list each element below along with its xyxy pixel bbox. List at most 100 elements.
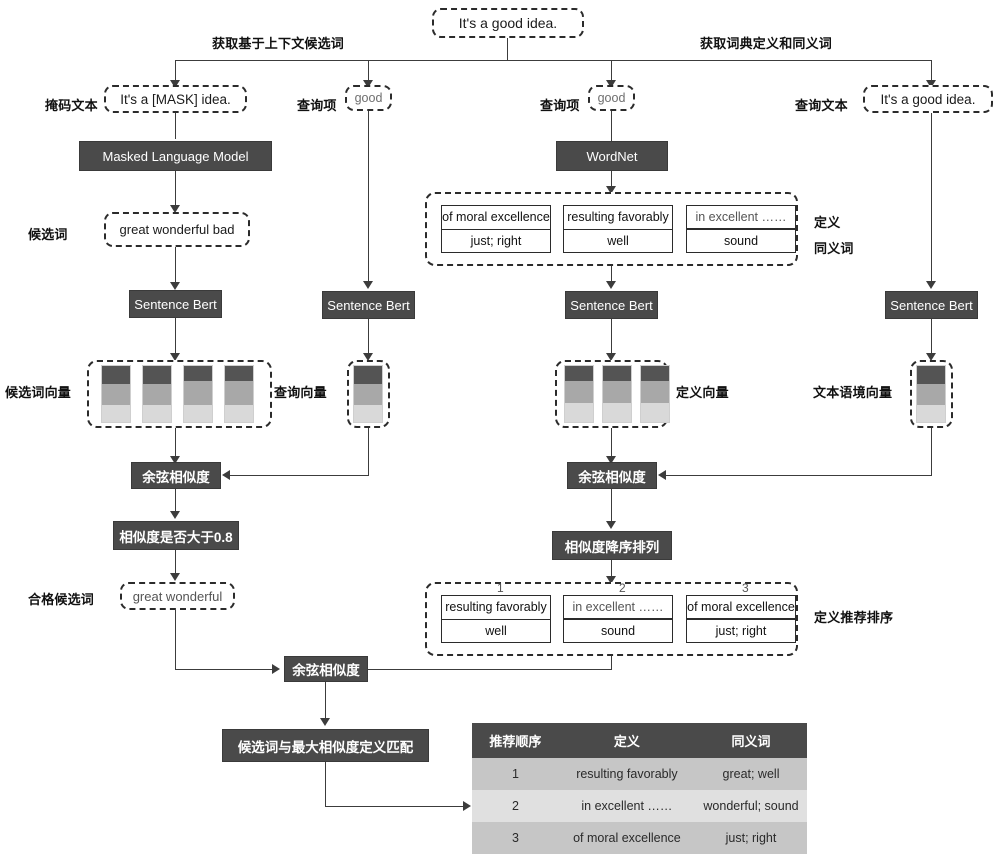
edge-label-right: 获取词典定义和同义词 [700, 36, 833, 51]
connector [666, 475, 932, 477]
rank-number: 2 [619, 581, 626, 595]
definition-ranking-label: 定义推荐排序 [814, 610, 894, 625]
arrow-right-icon [463, 801, 471, 811]
connector [175, 318, 177, 356]
connector [368, 428, 370, 475]
cosine-similarity-label: 余弦相似度 [142, 469, 210, 485]
table-cell-definition: of moral excellence [558, 822, 695, 854]
connector [175, 610, 177, 669]
masked-text-label: 掩码文本 [45, 98, 98, 113]
query-term-value-1: good [354, 91, 383, 105]
qualified-candidates-value: great wonderful [132, 588, 223, 604]
context-vector [916, 365, 946, 423]
cosine-similarity-label: 余弦相似度 [292, 663, 360, 678]
ranked-definition-card: resulting favorably well [441, 595, 551, 643]
query-term-label-2: 查询项 [540, 98, 580, 113]
definition-vector-label: 定义向量 [676, 385, 729, 400]
sort-descending-box: 相似度降序排列 [552, 531, 672, 560]
vector-bar [564, 365, 594, 423]
query-text-value: It's a good idea. [880, 91, 976, 107]
arrow-left-icon [222, 470, 230, 480]
wordnet-label: WordNet [586, 148, 638, 164]
connector [931, 113, 933, 281]
masked-text-value: It's a [MASK] idea. [120, 91, 231, 107]
connector [611, 656, 613, 669]
sentence-bert-label: Sentence Bert [570, 297, 653, 313]
definition-text: in excellent …… [687, 206, 795, 230]
synonym-text: well [607, 233, 629, 248]
wordnet-box: WordNet [556, 141, 668, 171]
synonym-text: sound [723, 234, 759, 248]
connector [611, 489, 613, 525]
sentence-bert-box-query: Sentence Bert [322, 291, 415, 319]
connector [368, 111, 370, 281]
connector [611, 111, 613, 141]
table-header-row: 推荐顺序 定义 同义词 [472, 723, 807, 758]
table-cell-order: 1 [472, 758, 559, 790]
synonym-text: well [485, 623, 507, 638]
sentence-bert-box-context: Sentence Bert [885, 291, 978, 319]
candidates-label: 候选词 [28, 227, 68, 242]
connector [368, 319, 370, 356]
definition-text: resulting favorably [564, 206, 672, 230]
arrow-down-icon [926, 281, 936, 289]
connector [325, 762, 327, 806]
match-box-label: 候选词与最大相似度定义匹配 [237, 739, 414, 755]
sort-descending-label: 相似度降序排列 [564, 539, 660, 555]
table-cell-synonyms: just; right [694, 822, 807, 854]
results-table: 推荐顺序 定义 同义词 1 resulting favorably great;… [472, 723, 807, 854]
connector [507, 38, 509, 60]
table-header-definition: 定义 [558, 723, 695, 758]
masked-text-box: It's a [MASK] idea. [104, 85, 247, 113]
table-row: 2 in excellent …… wonderful; sound [472, 790, 807, 822]
arrow-down-icon [363, 281, 373, 289]
query-vector [353, 365, 383, 423]
connector [175, 171, 177, 208]
table-header-order: 推荐顺序 [472, 723, 559, 758]
connector [230, 475, 369, 477]
candidate-vectors [101, 365, 254, 423]
arrow-left-icon [658, 470, 666, 480]
vector-bar [142, 365, 172, 423]
table-row: 1 resulting favorably great; well [472, 758, 807, 790]
arrow-down-icon [170, 573, 180, 581]
input-sentence-box: It's a good idea. [432, 8, 584, 38]
connector [367, 669, 612, 671]
connector [611, 319, 613, 356]
definition-card: in excellent …… sound [686, 205, 796, 253]
definition-text: of moral excellence [687, 596, 795, 620]
cosine-similarity-box-middle: 余弦相似度 [567, 462, 657, 489]
synonym-text: sound [600, 624, 636, 638]
connector [931, 60, 933, 82]
sentence-bert-label: Sentence Bert [134, 296, 217, 312]
definition-label: 定义 [814, 215, 841, 230]
table-cell-synonyms: wonderful; sound [694, 790, 807, 822]
vector-bar [183, 365, 213, 423]
query-term-box-2: good [588, 85, 635, 111]
vector-bar [224, 365, 254, 423]
masked-language-model-label: Masked Language Model [102, 148, 249, 164]
definition-text: in excellent …… [564, 596, 672, 620]
edge-label-left: 获取基于上下文候选词 [212, 36, 345, 51]
connector [175, 113, 177, 139]
sentence-bert-box-candidates: Sentence Bert [129, 290, 222, 318]
vector-bar [101, 365, 131, 423]
definition-card: resulting favorably well [563, 205, 673, 253]
arrow-down-icon [170, 282, 180, 290]
sentence-bert-label: Sentence Bert [890, 297, 973, 313]
ranked-definition-card: in excellent …… sound [563, 595, 673, 643]
candidate-vector-label: 候选词向量 [5, 385, 72, 400]
definition-vectors [564, 365, 670, 423]
synonym-label: 同义词 [814, 241, 854, 256]
cosine-similarity-label: 余弦相似度 [578, 469, 646, 485]
qualified-candidates-label: 合格候选词 [28, 592, 95, 607]
definition-text: resulting favorably [442, 596, 550, 620]
vector-bar [640, 365, 670, 423]
query-text-box: It's a good idea. [863, 85, 993, 113]
cosine-similarity-box-bottom: 余弦相似度 [284, 656, 368, 682]
arrow-down-icon [606, 281, 616, 289]
query-term-value-2: good [597, 91, 626, 105]
query-term-label-1: 查询项 [297, 98, 337, 113]
synonym-text: just; right [470, 233, 522, 248]
table-header-synonyms: 同义词 [694, 723, 807, 758]
